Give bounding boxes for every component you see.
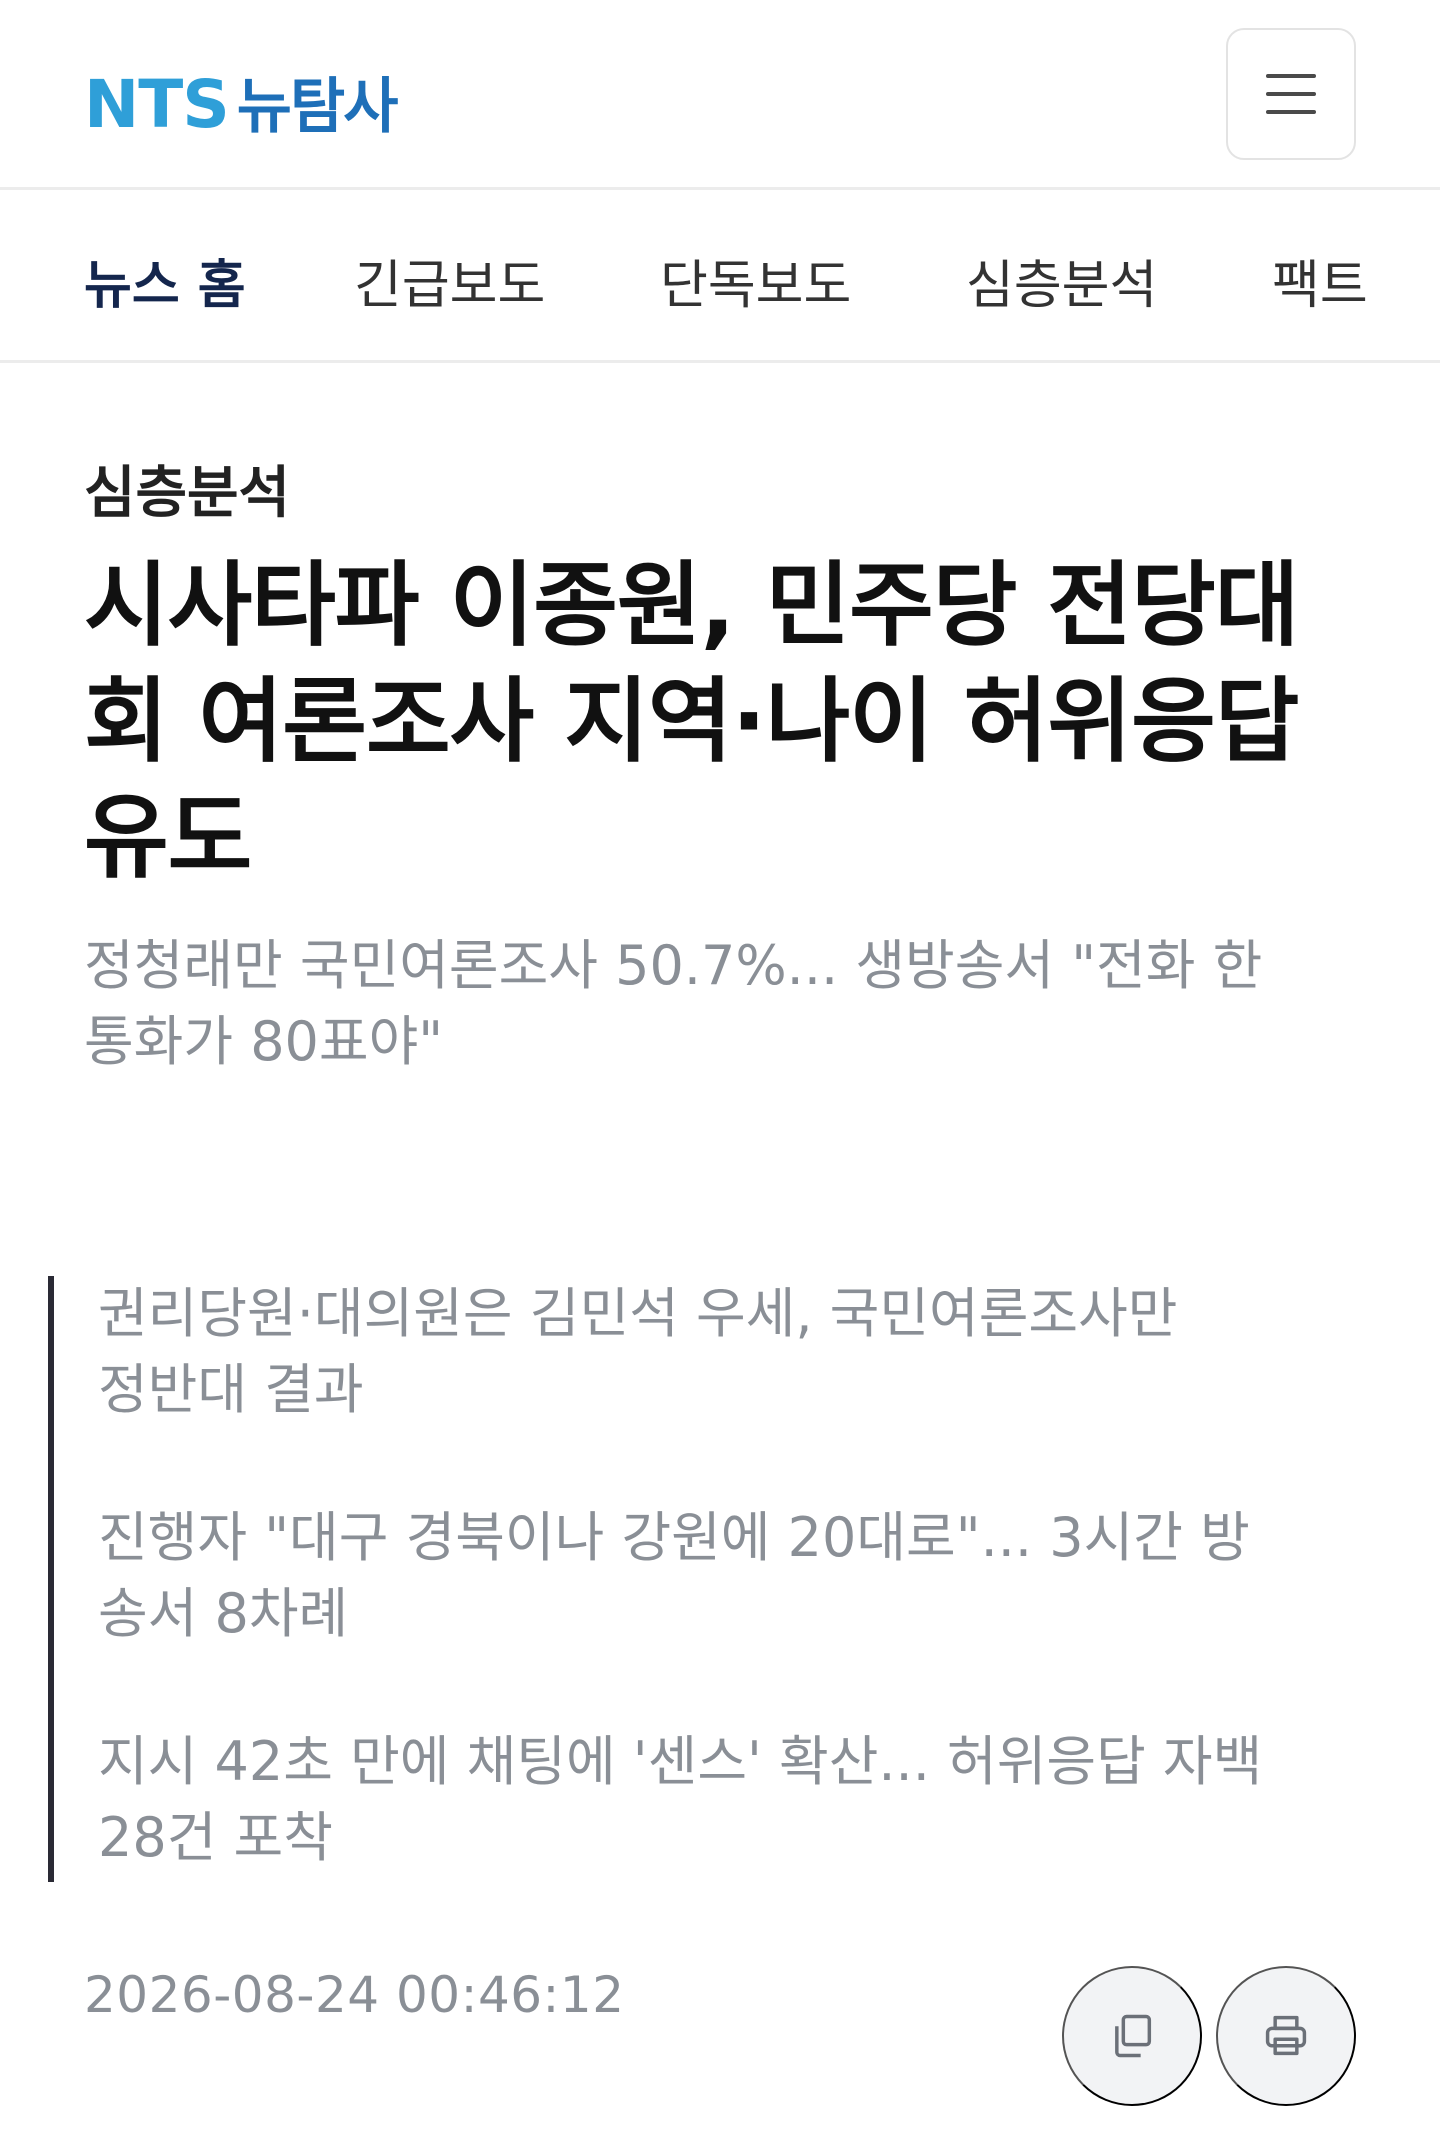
article-subtitle: 정청래만 국민여론조사 50.7%... 생방송서 "전화 한 통화가 80표야…	[84, 928, 1364, 1080]
headline-line: 회 여론조사 지역·나이 허위응답	[84, 668, 1299, 775]
copy-link-button[interactable]	[1062, 1966, 1202, 2106]
print-button[interactable]	[1216, 1966, 1356, 2106]
article-summary: 권리당원·대의원은 김민석 우세, 국민여론조사만 정반대 결과 진행자 "대구…	[48, 1276, 1368, 1882]
summary-item: 권리당원·대의원은 김민석 우세, 국민여론조사만 정반대 결과	[98, 1276, 1368, 1428]
summary-line: 지시 42초 만에 채팅에 '센스' 확산... 허위응답 자백	[98, 1730, 1263, 1793]
logo-nts-text: NTS	[84, 66, 230, 143]
site-logo[interactable]: NTS 뉴탐사	[84, 58, 399, 145]
summary-item: 지시 42초 만에 채팅에 '센스' 확산... 허위응답 자백 28건 포착	[98, 1724, 1368, 1876]
summary-line: 28건 포착	[98, 1806, 333, 1869]
summary-item: 진행자 "대구 경북이나 강원에 20대로"... 3시간 방 송서 8차례	[98, 1500, 1368, 1652]
summary-line: 진행자 "대구 경북이나 강원에 20대로"... 3시간 방	[98, 1506, 1250, 1569]
logo-korean-text: 뉴탐사	[236, 72, 399, 142]
hamburger-menu-icon	[1266, 74, 1316, 78]
headline-line: 유도	[84, 784, 252, 891]
tab-fact[interactable]: 팩트	[1272, 243, 1368, 318]
copy-icon	[1115, 2014, 1152, 2058]
summary-line: 권리당원·대의원은 김민석 우세, 국민여론조사만	[98, 1282, 1178, 1345]
tab-in-depth[interactable]: 심층분석	[966, 243, 1157, 318]
tab-breaking-news[interactable]: 긴급보도	[354, 243, 545, 318]
print-icon	[1265, 2015, 1307, 2056]
summary-line: 송서 8차례	[98, 1582, 349, 1645]
category-nav: 뉴스 홈 긴급보도 단독보도 심층분석 팩트	[0, 193, 1440, 363]
hamburger-menu-icon-bar	[1266, 110, 1316, 114]
summary-line: 정반대 결과	[98, 1358, 364, 1421]
subtitle-line: 정청래만 국민여론조사 50.7%... 생방송서 "전화 한	[84, 934, 1263, 997]
hamburger-menu-button[interactable]	[1226, 28, 1356, 160]
hamburger-menu-icon-bar	[1266, 92, 1316, 96]
article-timestamp: 2026-08-24 00:46:12	[84, 1966, 625, 2024]
article-page: NTS 뉴탐사 뉴스 홈 긴급보도 단독보도 심층분석 팩트 심층분석 시사타파…	[0, 0, 1440, 2129]
subtitle-line: 통화가 80표야"	[84, 1010, 444, 1073]
headline-line: 시사타파 이종원, 민주당 전당대	[84, 552, 1299, 659]
site-header: NTS 뉴탐사	[0, 0, 1440, 190]
article-category: 심층분석	[84, 461, 291, 526]
tab-news-home[interactable]: 뉴스 홈	[84, 243, 246, 318]
article-headline: 시사타파 이종원, 민주당 전당대 회 여론조사 지역·나이 허위응답 유도	[84, 548, 1364, 896]
tab-exclusive[interactable]: 단독보도	[660, 243, 851, 318]
